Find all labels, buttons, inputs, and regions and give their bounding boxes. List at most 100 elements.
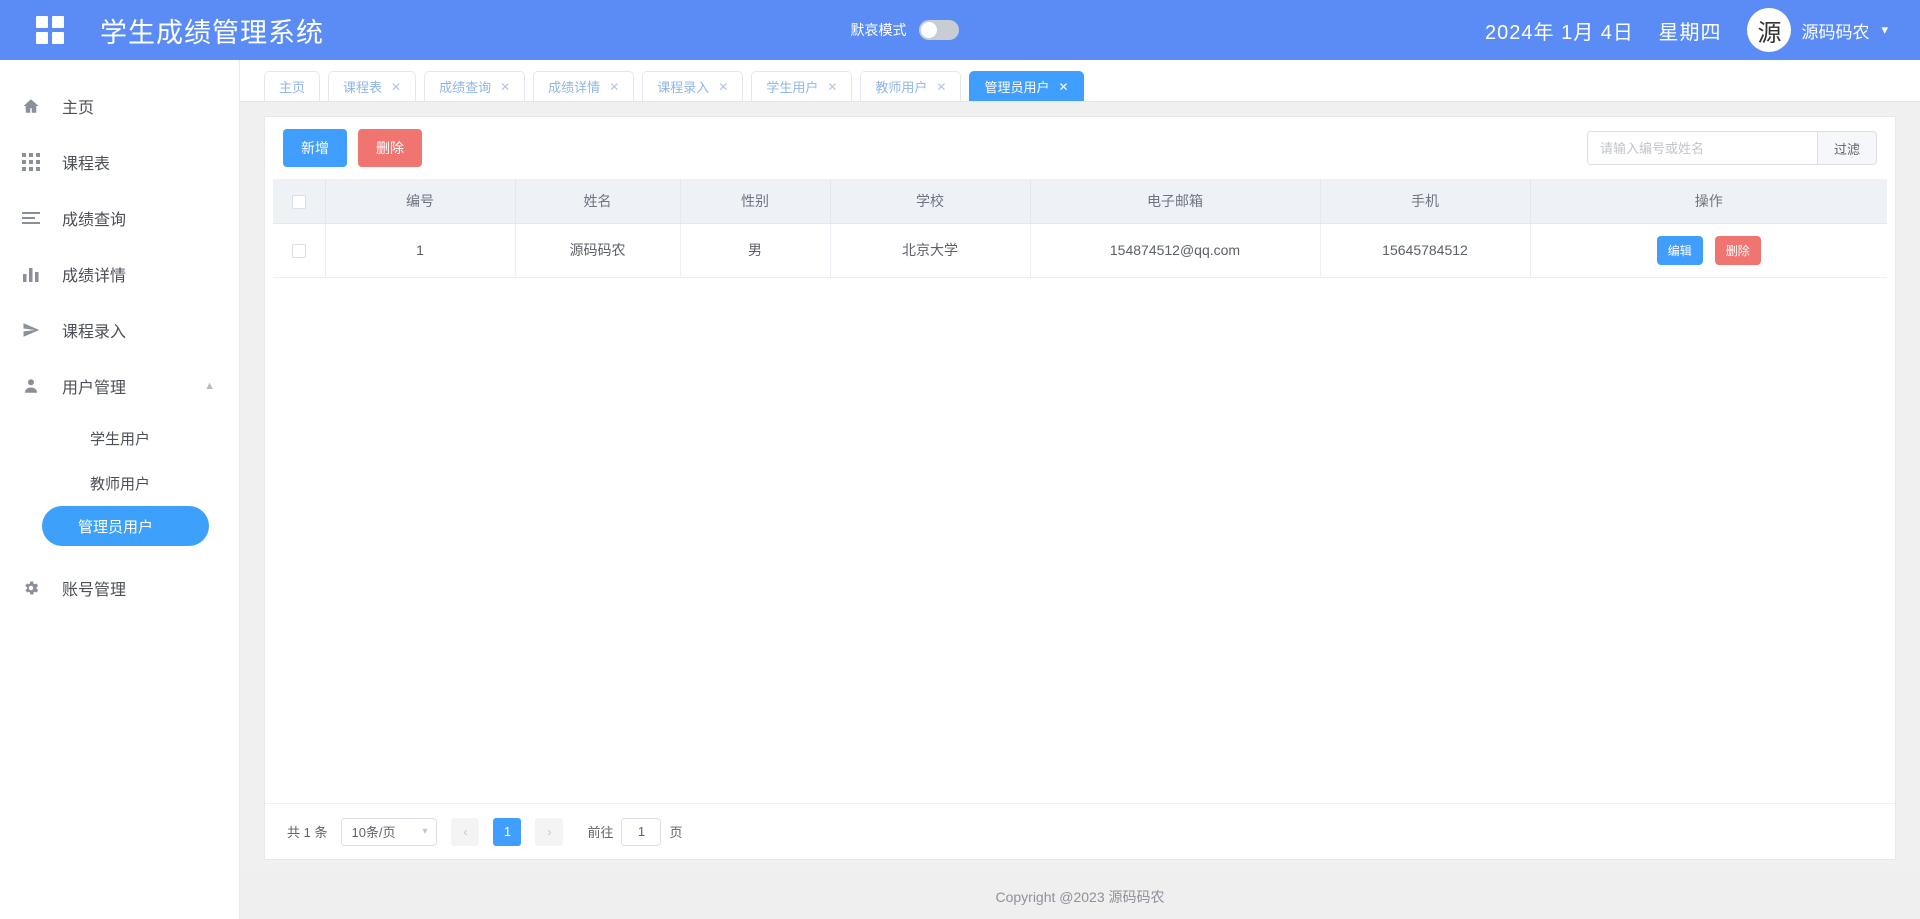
row-select-cell[interactable] — [273, 223, 326, 278]
sidebar-item-score-detail[interactable]: 成绩详情 — [0, 246, 239, 302]
next-page-button[interactable]: › — [535, 817, 564, 846]
close-icon[interactable]: ✕ — [609, 80, 619, 94]
tab-label: 教师用户 — [875, 80, 928, 95]
close-icon[interactable]: ✕ — [500, 80, 510, 94]
user-name: 源码码农 — [1801, 22, 1870, 42]
user-menu[interactable]: 源 源码码农 ▾ — [1747, 8, 1888, 52]
cell-phone: 15645784512 — [1320, 223, 1531, 278]
page-number-1[interactable]: 1 — [493, 817, 522, 846]
sidebar-item-label: 课程录入 — [62, 324, 127, 341]
cell-name: 源码码农 — [515, 223, 681, 278]
mourning-mode-control[interactable]: 默哀模式 — [851, 20, 959, 40]
sidebar-item-course-entry[interactable]: 课程录入 — [0, 302, 239, 358]
content-bottom-gap — [264, 860, 1896, 874]
add-button[interactable]: 新增 — [283, 129, 347, 167]
header-center: 默哀模式 — [324, 20, 1485, 40]
tab-student-user[interactable]: 学生用户 ✕ — [751, 71, 853, 101]
tab-admin-user[interactable]: 管理员用户 ✕ — [969, 71, 1084, 101]
sidebar-item-home[interactable]: 主页 — [0, 78, 239, 134]
app-body: 主页 课程表 成绩查询 成绩详情 课程录入 用户管理 ▲ 学生用户 教师用户 管… — [0, 60, 1920, 919]
tab-label: 课程录入 — [657, 80, 710, 95]
row-delete-button[interactable]: 删除 — [1714, 235, 1761, 265]
tab-teacher-user[interactable]: 教师用户 ✕ — [860, 71, 962, 101]
page-size-label: 10条/页 — [351, 825, 396, 840]
page-jump: 前往 页 — [587, 817, 683, 846]
panel-toolbar: 新增 删除 过滤 — [265, 117, 1895, 179]
chevron-up-icon[interactable]: ▲ — [204, 380, 215, 392]
admin-user-panel: 新增 删除 过滤 — [264, 116, 1896, 860]
sidebar-item-label: 成绩详情 — [62, 268, 127, 285]
column-header-id: 编号 — [325, 179, 516, 224]
sidebar-submenu: 学生用户 教师用户 管理员用户 — [0, 414, 239, 546]
column-header-name: 姓名 — [515, 179, 681, 224]
user-icon — [22, 377, 56, 395]
sidebar-item-teacher-user[interactable]: 教师用户 — [0, 461, 239, 506]
main-area: 主页 课程表 ✕ 成绩查询 ✕ 成绩详情 ✕ 课程录入 ✕ 学生用户 ✕ 教师用… — [240, 60, 1920, 919]
mourning-mode-toggle[interactable] — [918, 20, 959, 40]
search-area: 过滤 — [1586, 131, 1877, 165]
sidebar-subitem-label: 学生用户 — [90, 431, 151, 448]
sidebar-item-schedule[interactable]: 课程表 — [0, 134, 239, 190]
app-root: 学生成绩管理系统 默哀模式 2024年 1月 4日 星期四 源 源码码农 ▾ 主… — [0, 0, 1920, 919]
column-header-gender: 性别 — [680, 179, 831, 224]
search-input[interactable] — [1586, 131, 1817, 165]
total-count-label: 共 1 条 — [287, 825, 328, 840]
app-footer: Copyright @2023 源码码农 — [240, 874, 1920, 919]
tab-bar: 主页 课程表 ✕ 成绩查询 ✕ 成绩详情 ✕ 课程录入 ✕ 学生用户 ✕ 教师用… — [240, 60, 1920, 102]
jump-prefix-label: 前往 — [587, 825, 614, 840]
gear-icon — [22, 579, 56, 597]
chevron-down-icon[interactable]: ▾ — [1881, 22, 1888, 38]
sidebar-item-label: 主页 — [62, 100, 95, 117]
sidebar-item-account-management[interactable]: 账号管理 — [0, 560, 239, 616]
page-title: 学生成绩管理系统 — [100, 17, 324, 48]
toolbar-actions: 新增 删除 — [283, 129, 422, 167]
toggle-knob — [920, 22, 937, 38]
sidebar-item-score-query[interactable]: 成绩查询 — [0, 190, 239, 246]
sidebar-item-label: 成绩查询 — [62, 212, 127, 229]
select-all-checkbox[interactable] — [291, 194, 306, 209]
current-weekday: 星期四 — [1658, 21, 1722, 44]
sidebar-subitem-label: 管理员用户 — [78, 518, 154, 536]
close-icon[interactable]: ✕ — [1059, 80, 1069, 94]
cell-actions: 编辑 删除 — [1530, 223, 1887, 278]
app-header: 学生成绩管理系统 默哀模式 2024年 1月 4日 星期四 源 源码码农 ▾ — [0, 0, 1920, 60]
column-header-phone: 手机 — [1320, 179, 1531, 224]
close-icon[interactable]: ✕ — [936, 80, 946, 94]
jump-page-input[interactable] — [621, 817, 662, 846]
close-icon[interactable]: ✕ — [391, 80, 401, 94]
select-all-header[interactable] — [273, 179, 326, 224]
copyright-text: Copyright @2023 源码码农 — [995, 888, 1165, 905]
sidebar-item-label: 账号管理 — [62, 582, 127, 599]
header-datetime: 2024年 1月 4日 星期四 — [1485, 16, 1721, 45]
tab-label: 成绩查询 — [439, 80, 492, 95]
logo-area[interactable] — [0, 16, 100, 44]
admin-user-table: 编号 姓名 性别 学校 电子邮箱 手机 操作 1 源码码农 男 北京大学 154… — [273, 179, 1887, 278]
sidebar-item-label: 课程表 — [62, 156, 111, 173]
tab-score-detail[interactable]: 成绩详情 ✕ — [533, 71, 635, 101]
tab-course-entry[interactable]: 课程录入 ✕ — [642, 71, 744, 101]
close-icon[interactable]: ✕ — [718, 80, 728, 94]
row-checkbox[interactable] — [291, 244, 306, 259]
column-header-email: 电子邮箱 — [1030, 179, 1321, 224]
avatar: 源 — [1747, 8, 1792, 52]
tab-schedule[interactable]: 课程表 ✕ — [328, 71, 417, 101]
tab-label: 管理员用户 — [984, 80, 1050, 95]
page-size-select[interactable]: 10条/页 ▾ — [341, 817, 438, 846]
tab-label: 成绩详情 — [548, 80, 601, 95]
paper-plane-icon — [22, 321, 56, 339]
tab-home[interactable]: 主页 — [264, 71, 321, 101]
sidebar-item-admin-user[interactable]: 管理员用户 — [42, 506, 209, 546]
sidebar-item-user-management[interactable]: 用户管理 ▲ — [0, 358, 239, 414]
sidebar-item-label: 用户管理 — [62, 380, 127, 397]
delete-button[interactable]: 删除 — [358, 129, 422, 167]
close-icon[interactable]: ✕ — [827, 80, 837, 94]
grid-apps-icon[interactable] — [36, 16, 64, 44]
sidebar-subitem-label: 教师用户 — [90, 476, 151, 493]
prev-page-button[interactable]: ‹ — [451, 817, 480, 846]
grid-icon — [22, 153, 56, 171]
table-row[interactable]: 1 源码码农 男 北京大学 154874512@qq.com 156457845… — [273, 223, 1887, 278]
sidebar-item-student-user[interactable]: 学生用户 — [0, 416, 239, 461]
edit-button[interactable]: 编辑 — [1656, 235, 1703, 265]
filter-button[interactable]: 过滤 — [1816, 131, 1877, 165]
tab-score-query[interactable]: 成绩查询 ✕ — [424, 71, 526, 101]
